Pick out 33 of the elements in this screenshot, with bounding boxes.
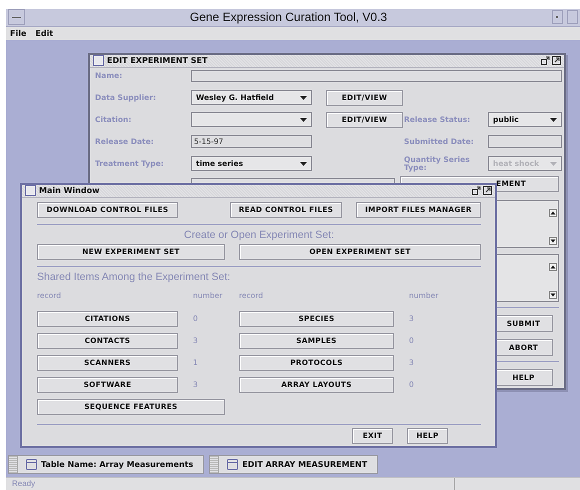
window-icon [227,459,238,470]
menu-item[interactable]: File [10,28,26,38]
section-heading: Create or Open Experiment Set: [183,228,335,242]
input-field[interactable] [488,135,562,148]
window-menu-button[interactable] [93,55,104,66]
window-menu-button[interactable] [8,9,25,26]
maximize-icon [552,56,561,66]
window-title: Gene Expression Curation Tool, V0.3 [188,10,388,24]
section-heading: Shared Items Among the Experiment Set: [37,270,232,284]
window-icon [26,459,37,470]
taskbar-button[interactable]: Table Name: Array Measurements [8,455,204,474]
window-menu-button[interactable] [25,185,36,196]
window-title: EDIT EXPERIMENT SET [107,56,208,66]
maximize-button[interactable] [552,56,561,66]
window-title: Main Window [39,186,100,196]
maximize-button[interactable] [483,186,492,196]
input-field[interactable] [191,70,562,82]
menu-item[interactable]: Edit [35,28,54,38]
caret-icon [300,118,307,122]
restore-icon [472,186,481,196]
caret-icon [300,96,307,100]
taskbar-button[interactable]: EDIT ARRAY MEASUREMENT [209,455,378,474]
dash-icon [12,16,21,19]
status-text: Ready [6,478,455,490]
caret-icon [550,118,557,122]
restore-button[interactable] [541,56,550,66]
caret-icon [300,162,307,166]
restore-icon [541,56,550,66]
minimize-button[interactable] [552,10,563,24]
restore-button[interactable] [472,186,481,196]
maximize-icon [483,186,492,196]
caret-icon [550,162,557,166]
dropdown[interactable] [191,112,312,128]
